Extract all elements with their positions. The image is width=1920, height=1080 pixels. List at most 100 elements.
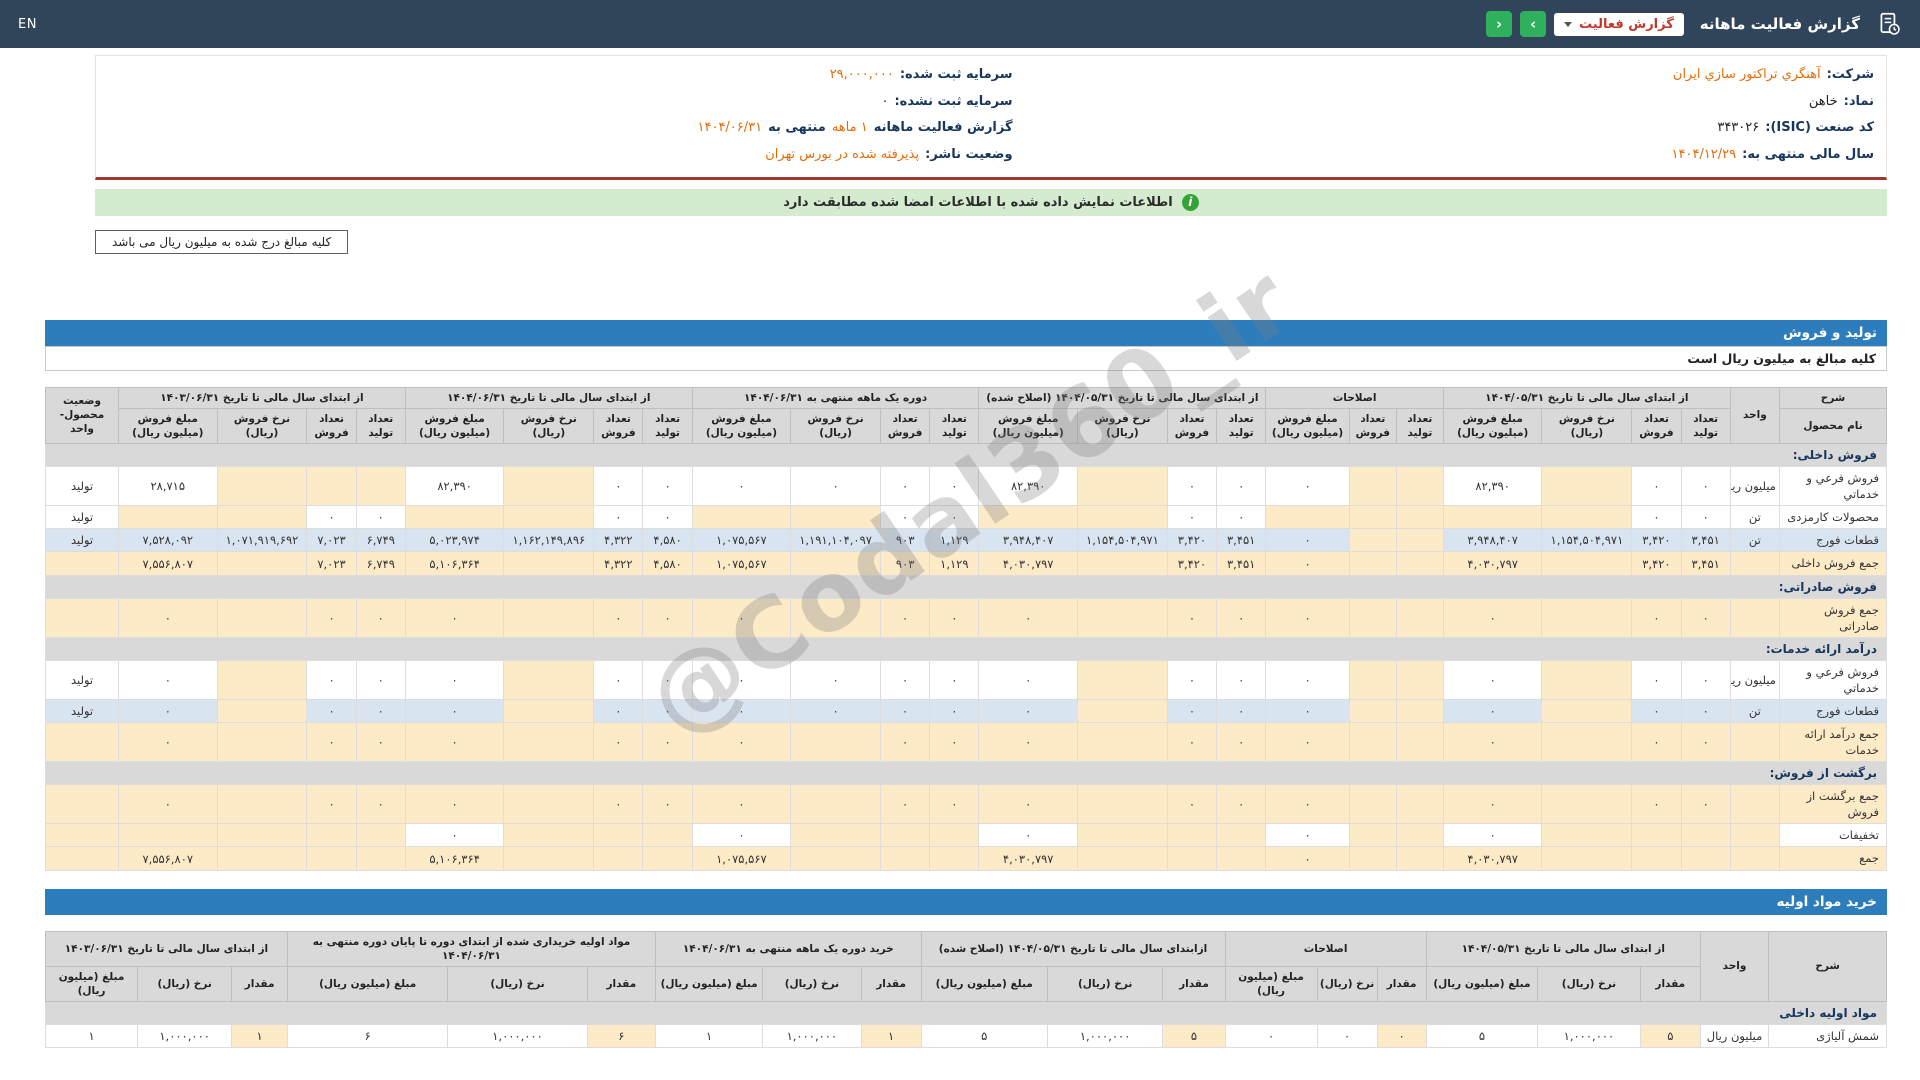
value-cell xyxy=(119,824,218,847)
product-name-cell: جمع درآمد ارائه خدمات xyxy=(1779,723,1886,762)
value-cell: ۰ xyxy=(1167,699,1216,722)
value-cell: ۳,۹۴۸,۴۰۷ xyxy=(1443,529,1542,552)
value-cell: ۰ xyxy=(1266,552,1350,575)
value-cell: ۱,۱۲۹ xyxy=(930,552,979,575)
next-report-button[interactable]: › xyxy=(1520,11,1546,37)
report-type-dropdown[interactable]: گزارش فعالیت xyxy=(1554,13,1684,36)
value-cell xyxy=(1542,723,1632,762)
section-label: فروش داخلی: xyxy=(46,444,1887,467)
value-cell: ۰ xyxy=(979,723,1077,762)
value-cell xyxy=(356,847,405,870)
value-cell: ۱,۱۵۴,۵۰۴,۹۷۱ xyxy=(1077,529,1167,552)
value-cell: ۱ xyxy=(46,1025,138,1048)
value-cell: ۱,۱۹۱,۱۰۴,۰۹۷ xyxy=(791,529,881,552)
value-cell: ۱,۰۰۰,۰۰۰ xyxy=(1538,1025,1641,1048)
company-info-left-column: سرمایه ثبت شده: ۲۹,۰۰۰,۰۰۰ سرمایه ثبت نش… xyxy=(108,62,1013,169)
value-cell: ۶ xyxy=(287,1025,448,1048)
field-fiscal-year-end: سال مالی منتهی به: ۱۴۰۴/۱۲/۲۹ xyxy=(1013,142,1874,169)
value-cell: ۰ xyxy=(692,824,790,847)
value-cell: ۳,۴۵۱ xyxy=(1217,529,1266,552)
value-cell: ۵,۱۰۶,۳۶۴ xyxy=(405,847,504,870)
column-header: مقدار xyxy=(587,966,656,1001)
language-toggle-en[interactable]: EN xyxy=(18,17,37,32)
value-cell xyxy=(217,785,307,824)
value-cell: ۰ xyxy=(791,467,881,506)
column-group-header: دوره یک ماهه منتهی به ۱۴۰۴/۰۶/۳۱ xyxy=(692,387,979,408)
value-cell: ۰ xyxy=(405,598,504,637)
value-cell xyxy=(791,506,881,529)
value-cell: ۰ xyxy=(405,785,504,824)
value-cell: ۰ xyxy=(356,598,405,637)
unit-cell xyxy=(1730,598,1779,637)
value-cell xyxy=(1396,598,1443,637)
page-title: گزارش فعالیت ماهانه xyxy=(1700,15,1860,33)
value-cell: ۰ xyxy=(594,598,643,637)
value-cell xyxy=(217,552,307,575)
value-cell: ۰ xyxy=(1266,824,1350,847)
value-cell: ۰ xyxy=(1167,785,1216,824)
value-cell xyxy=(307,467,356,506)
value-cell xyxy=(692,506,790,529)
value-cell xyxy=(1542,598,1632,637)
column-header: مبلغ فروش (میلیون ریال) xyxy=(692,408,790,443)
value-cell xyxy=(504,552,594,575)
value-cell: ۰ xyxy=(1632,660,1681,699)
column-header: تعداد فروش xyxy=(594,408,643,443)
value-cell: ۰ xyxy=(119,785,218,824)
status-cell: تولید xyxy=(46,506,119,529)
value-cell: ۰ xyxy=(356,699,405,722)
value-cell: ۰ xyxy=(1632,723,1681,762)
chevron-left-icon: ‹ xyxy=(1496,15,1502,33)
section-label: درآمد ارائه خدمات: xyxy=(46,637,1887,660)
column-header: نرخ (ریال) xyxy=(1538,966,1641,1001)
value-cell: ۰ xyxy=(1266,598,1350,637)
column-header: نرخ (ریال) xyxy=(138,966,232,1001)
table-section-row: برگشت از فروش: xyxy=(46,762,1887,785)
column-group-header: اصلاحات xyxy=(1266,387,1444,408)
company-name-link[interactable]: آهنگري تراكتور سازي ايران xyxy=(1673,62,1821,89)
value-cell: ۰ xyxy=(979,824,1077,847)
column-header: مقدار xyxy=(1377,966,1426,1001)
column-header: مبلغ (میلیون ریال) xyxy=(287,966,448,1001)
table-row: محصولات کارمزدیتن۰۰۰۰۰۰۰۰۰۰تولید xyxy=(46,506,1887,529)
field-value: خاهن xyxy=(1809,89,1838,116)
value-cell: ۳,۴۵۱ xyxy=(1681,552,1730,575)
value-cell: ۰ xyxy=(881,785,930,824)
value-cell: ۰ xyxy=(356,785,405,824)
value-cell: ۰ xyxy=(1681,723,1730,762)
value-cell: ۴,۵۸۰ xyxy=(643,552,692,575)
value-cell xyxy=(643,847,692,870)
value-cell xyxy=(1349,723,1396,762)
status-cell: تولید xyxy=(46,467,119,506)
value-cell: ۰ xyxy=(307,506,356,529)
value-cell xyxy=(217,506,307,529)
value-cell xyxy=(1349,552,1396,575)
column-group-header: ازابتدای سال مالی تا تاریخ ۱۴۰۴/۰۵/۳۱ (ا… xyxy=(921,931,1225,966)
chevron-right-icon: › xyxy=(1530,15,1536,33)
value-cell xyxy=(1396,660,1443,699)
value-cell: ۰ xyxy=(979,785,1077,824)
table-row: جمع فروش صادراتی۰۰۰۰۰۰۰۰۰۰۰۰۰۰۰۰ xyxy=(46,598,1887,637)
value-cell: ۰ xyxy=(1443,824,1542,847)
value-cell: ۱,۰۰۰,۰۰۰ xyxy=(763,1025,861,1048)
column-header: مبلغ (میلیون ریال) xyxy=(46,966,138,1001)
column-header: تعداد فروش xyxy=(881,408,930,443)
value-cell xyxy=(1443,506,1542,529)
column-header: تعداد تولید xyxy=(1217,408,1266,443)
value-cell xyxy=(791,552,881,575)
report-icon xyxy=(1876,11,1902,37)
report-body: تولید و فروش کلیه مبالغ به میلیون ریال ا… xyxy=(45,320,1887,1049)
value-cell xyxy=(1542,699,1632,722)
previous-report-button[interactable]: ‹ xyxy=(1486,11,1512,37)
column-header: مبلغ فروش (میلیون ریال) xyxy=(979,408,1077,443)
value-cell xyxy=(217,699,307,722)
column-header: تعداد تولید xyxy=(1681,408,1730,443)
value-cell xyxy=(1077,598,1167,637)
desc-column-header: شرح xyxy=(1779,387,1886,408)
value-cell xyxy=(594,824,643,847)
value-cell xyxy=(1167,847,1216,870)
value-cell xyxy=(1396,506,1443,529)
value-cell: ۰ xyxy=(1632,598,1681,637)
value-cell: ۰ xyxy=(1217,785,1266,824)
table-section-row: فروش صادراتی: xyxy=(46,575,1887,598)
